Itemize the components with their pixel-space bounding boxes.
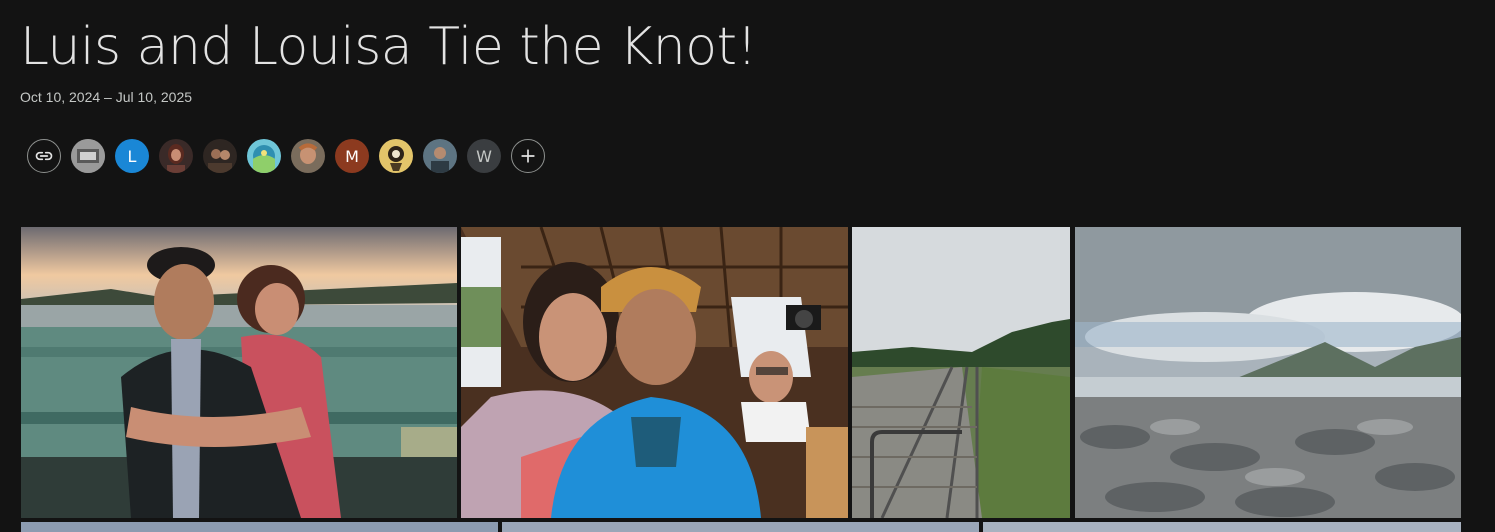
add-people-button[interactable]: [511, 139, 545, 173]
avatar-photo: [71, 139, 105, 173]
avatar-letter: M: [345, 146, 359, 166]
avatar-letter: L: [127, 146, 137, 166]
avatar-1[interactable]: [71, 139, 105, 173]
avatar-photo: [379, 139, 413, 173]
avatar-4[interactable]: [203, 139, 237, 173]
shared-people-row: L M W: [27, 139, 545, 173]
avatar-9[interactable]: [423, 139, 457, 173]
avatar-letter: W: [476, 146, 492, 166]
avatar-2[interactable]: L: [115, 139, 149, 173]
avatar-6[interactable]: [291, 139, 325, 173]
photo-train-selfie[interactable]: [461, 227, 848, 518]
avatar-photo: [247, 139, 281, 173]
album-date-range: Oct 10, 2024 – Jul 10, 2025: [20, 89, 193, 105]
photo-couple-sunset[interactable]: [21, 227, 457, 518]
album-title: Luis and Louisa Tie the Knot!: [20, 17, 757, 77]
avatar-photo: [423, 139, 457, 173]
avatar-7[interactable]: M: [335, 139, 369, 173]
photo-row2-c[interactable]: [983, 522, 1461, 532]
avatar-photo: [291, 139, 325, 173]
photo-cog-railway-track[interactable]: [852, 227, 1070, 518]
avatar-5[interactable]: [247, 139, 281, 173]
photo-row2-a[interactable]: [21, 522, 498, 532]
avatar-3[interactable]: [159, 139, 193, 173]
plus-icon: [521, 149, 535, 163]
avatar-photo: [159, 139, 193, 173]
avatar-10[interactable]: W: [467, 139, 501, 173]
photo-row2-b[interactable]: [502, 522, 979, 532]
avatar-photo: [203, 139, 237, 173]
photo-mountain-summit[interactable]: [1075, 227, 1461, 518]
link-icon: [35, 151, 53, 161]
share-link-button[interactable]: [27, 139, 61, 173]
avatar-8[interactable]: [379, 139, 413, 173]
